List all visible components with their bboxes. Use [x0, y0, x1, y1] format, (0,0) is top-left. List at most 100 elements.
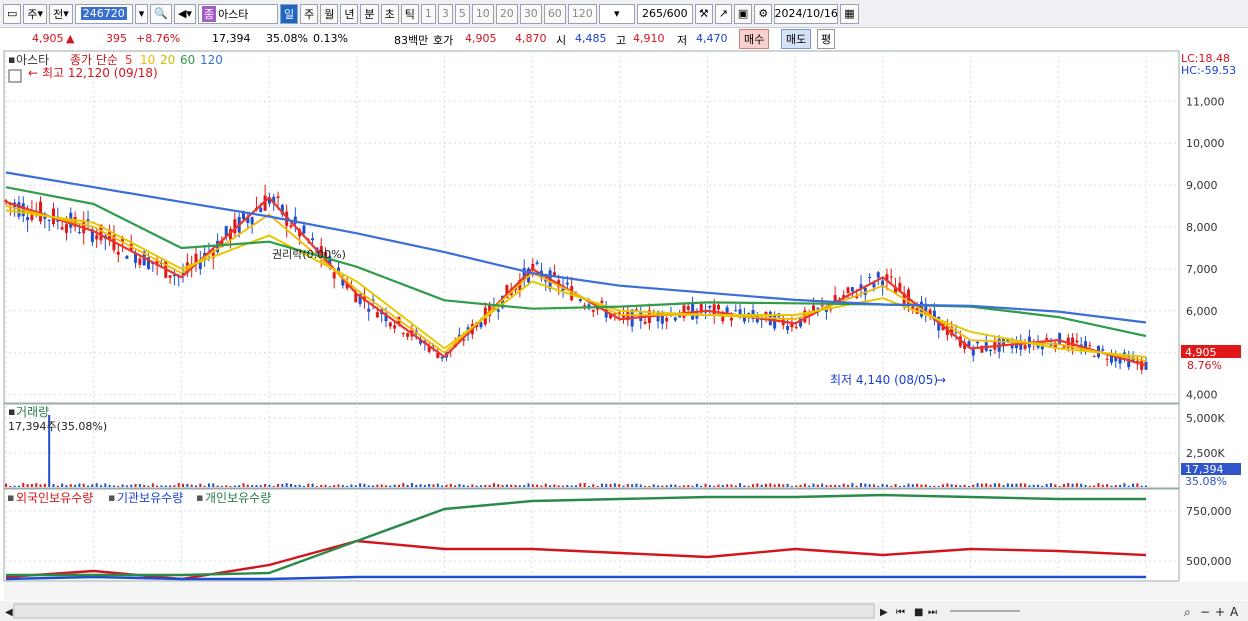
sell-button[interactable]: 매도	[781, 29, 812, 49]
volume-bar	[229, 485, 232, 487]
candle-body	[786, 325, 790, 330]
volume-bar	[432, 484, 435, 487]
volume-bar	[898, 485, 901, 487]
price-tick-label: 9,000	[1186, 179, 1218, 192]
volume-bar	[803, 483, 806, 487]
interval-30[interactable]: 30	[519, 3, 542, 24]
text-size-icon[interactable]: A	[1230, 605, 1239, 619]
volume-bar	[5, 483, 7, 487]
rewind-icon[interactable]: ⏮	[896, 607, 905, 618]
volume-bar	[497, 484, 500, 487]
volume-bar	[730, 484, 733, 487]
holdings-marker-3: ▪	[196, 491, 203, 504]
volume-bar	[622, 485, 625, 487]
period-day[interactable]: 일	[279, 3, 299, 24]
search-icon[interactable]: 🔍	[150, 3, 172, 24]
volume-bar	[769, 483, 772, 487]
volume-bar	[929, 485, 932, 487]
period-month[interactable]: 월	[320, 3, 339, 24]
volume-bar	[1127, 485, 1130, 487]
calendar-icon[interactable]: ▦	[840, 3, 859, 24]
scroll-left-icon[interactable]: ◀	[5, 607, 13, 618]
dropdown-icon[interactable]: ▾	[134, 3, 149, 24]
interval-5[interactable]: 5	[454, 3, 470, 24]
flat-button[interactable]: 평	[817, 29, 836, 49]
volume-bar	[91, 484, 94, 487]
volume-bar	[665, 485, 668, 487]
chart-type-icon[interactable]: ▭	[3, 3, 22, 24]
volume-ratio: 35.08%	[266, 32, 308, 45]
volume-bar	[385, 485, 387, 487]
prev-select[interactable]: 전 ▾	[49, 3, 73, 24]
interval-120[interactable]: 120	[567, 3, 597, 24]
interval-60[interactable]: 60	[543, 3, 566, 24]
count-field[interactable]: 265/600	[636, 3, 693, 24]
period-year[interactable]: 년	[340, 3, 359, 24]
gear-icon[interactable]: ⚙	[754, 3, 773, 24]
volume-bar	[186, 483, 189, 487]
zoom-icon[interactable]: ⌕	[1184, 605, 1191, 619]
holdings-legend-foreign: 외국인보유수량	[16, 491, 93, 505]
event-note: 권리락(0.00%)	[272, 248, 346, 261]
volume-bar	[423, 484, 426, 487]
chart-area: 11,00010,0009,0008,0007,0006,0005,0004,0…	[0, 50, 1248, 621]
custom-interval-input[interactable]: ▾	[598, 3, 635, 24]
period-tick[interactable]: 틱	[400, 3, 419, 24]
interval-1[interactable]: 1	[420, 3, 436, 24]
volume-bar	[760, 484, 763, 487]
date-field[interactable]: 2024/10/16	[774, 3, 839, 24]
volume-bar	[1058, 485, 1061, 487]
period-week[interactable]: 주	[300, 3, 319, 24]
forward-icon[interactable]: ⏭	[928, 607, 937, 618]
buy-button[interactable]: 매수	[739, 29, 770, 49]
volume-bar	[397, 484, 400, 487]
candle-body	[682, 305, 686, 318]
period-second[interactable]: 초	[380, 3, 399, 24]
horizontal-scrollbar[interactable]	[13, 603, 875, 619]
volume-bar	[160, 485, 163, 487]
zoom-in-icon[interactable]: +	[1215, 605, 1225, 619]
candle-body	[989, 349, 993, 352]
interval-20[interactable]: 20	[495, 3, 518, 24]
volume-bar	[501, 485, 504, 487]
volume-bar	[1080, 483, 1083, 487]
market-select[interactable]: 주 ▾	[23, 3, 48, 24]
volume-bar	[1045, 484, 1048, 487]
candle-body	[406, 333, 410, 337]
volume-bar	[959, 485, 962, 487]
interval-3[interactable]: 3	[437, 3, 453, 24]
name-field[interactable]: 종 아스타	[197, 3, 278, 24]
price-tick-label: 4,000	[1186, 389, 1218, 402]
volume-bar	[721, 484, 724, 487]
volume-bar	[1110, 485, 1113, 487]
candle-body	[673, 317, 677, 321]
volume-bar	[682, 485, 685, 487]
tools-icon[interactable]: ⚒	[694, 3, 713, 24]
quote-label: 호가	[433, 34, 454, 47]
volume-bar	[544, 483, 547, 487]
volume-bar	[842, 483, 845, 487]
volume-bar	[739, 483, 742, 487]
draw-icon[interactable]: ↗	[714, 3, 732, 24]
last-price: 4,905	[1185, 346, 1217, 359]
code-input[interactable]: 246720	[74, 3, 133, 24]
volume-bar	[531, 484, 534, 487]
zoom-out-icon[interactable]: −	[1200, 605, 1210, 619]
stop-icon[interactable]: ■	[914, 607, 923, 618]
save-icon[interactable]: ▣	[733, 3, 753, 24]
volume-bar	[441, 485, 444, 487]
volume-bar	[492, 483, 495, 487]
x-axis	[4, 582, 1248, 600]
volume-bar	[635, 483, 638, 487]
interval-10[interactable]: 10	[471, 3, 494, 24]
scroll-right-icon[interactable]: ▶	[880, 607, 888, 618]
table-icon[interactable]	[8, 69, 22, 83]
volume-bar	[786, 483, 789, 487]
candle-body	[289, 225, 293, 228]
period-minute[interactable]: 분	[360, 3, 379, 24]
volume-bar	[74, 484, 77, 487]
volume-bar	[1114, 485, 1117, 487]
volume-bar	[315, 485, 318, 487]
volume-bar	[151, 483, 154, 487]
speaker-icon[interactable]: ◀▾	[173, 3, 196, 24]
